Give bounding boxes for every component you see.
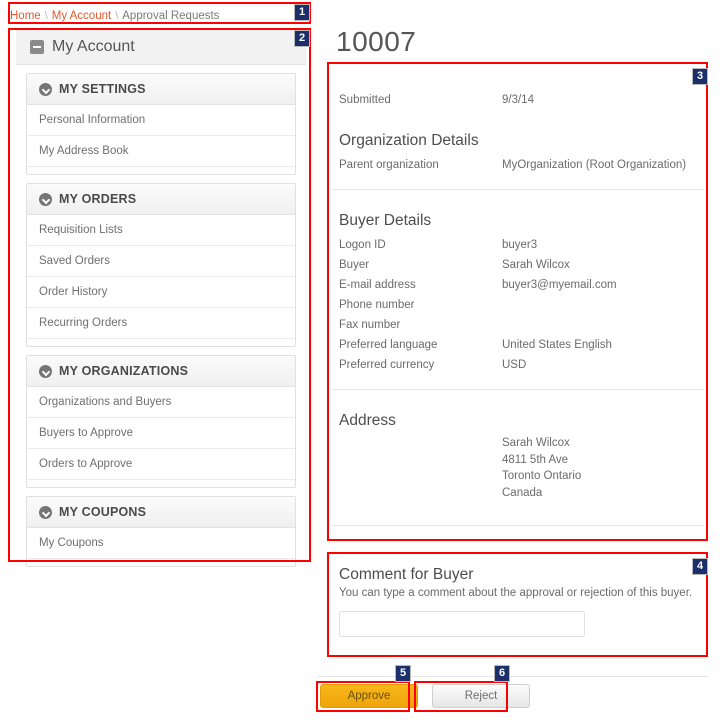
detail-row-parent-organization: Parent organization MyOrganization (Root… (327, 155, 707, 175)
detail-row-preferred-currency: Preferred currency USD (327, 355, 707, 375)
chevron-down-icon[interactable] (39, 364, 52, 378)
action-bar: Approve Reject (320, 684, 530, 708)
breadcrumb-separator: \ (115, 10, 119, 22)
address-line: Toronto Ontario (502, 470, 582, 482)
comment-section-title: Comment for Buyer (339, 566, 474, 583)
sidebar-item-recurring-orders[interactable]: Recurring Orders (27, 308, 295, 339)
action-bar-divider (318, 676, 708, 677)
detail-label: E-mail address (339, 279, 416, 291)
comment-input[interactable] (339, 611, 585, 637)
detail-label: Logon ID (339, 239, 386, 251)
sidebar-section-title: MY ORGANIZATIONS (59, 364, 189, 378)
sidebar-item-orders-to-approve[interactable]: Orders to Approve (27, 449, 295, 480)
section-divider (331, 389, 703, 390)
detail-label: Phone number (339, 299, 415, 311)
detail-label: Preferred language (339, 339, 438, 351)
sidebar-item-saved-orders[interactable]: Saved Orders (27, 246, 295, 277)
page-title: 10007 (336, 26, 417, 57)
sidebar-section-title: MY SETTINGS (59, 82, 146, 96)
annotation-badge-4: 4 (692, 558, 708, 575)
chevron-down-icon[interactable] (39, 82, 52, 96)
detail-value: Sarah Wilcox (502, 259, 570, 271)
sidebar-section-my-coupons: MY COUPONS My Coupons (26, 496, 296, 567)
sidebar-item-my-address-book[interactable]: My Address Book (27, 136, 295, 167)
sidebar-section-header-my-orders[interactable]: MY ORDERS (27, 184, 295, 215)
detail-label: Buyer (339, 259, 370, 271)
breadcrumb-separator: \ (44, 10, 48, 22)
section-heading-organization-details: Organization Details (339, 132, 479, 149)
detail-label: Preferred currency (339, 359, 435, 371)
address-line: Sarah Wilcox (502, 437, 570, 449)
detail-value: MyOrganization (Root Organization) (502, 159, 687, 171)
breadcrumb-item-home[interactable]: Home (10, 10, 41, 22)
sidebar-item-requisition-lists[interactable]: Requisition Lists (27, 215, 295, 246)
detail-row-phone-number: Phone number (327, 295, 707, 315)
detail-row-buyer: Buyer Sarah Wilcox (327, 255, 707, 275)
annotation-badge-1: 1 (294, 4, 310, 21)
detail-value (502, 315, 695, 335)
detail-value: buyer3 (502, 239, 538, 251)
sidebar-section-header-my-coupons[interactable]: MY COUPONS (27, 497, 295, 528)
detail-row-submitted: Submitted 9/3/14 (327, 90, 707, 110)
address-line: Canada (502, 486, 543, 499)
sidebar-item-personal-information[interactable]: Personal Information (27, 105, 295, 136)
detail-row-logon-id: Logon ID buyer3 (327, 235, 707, 255)
section-divider (331, 525, 703, 526)
comment-section-description: You can type a comment about the approva… (339, 587, 693, 599)
detail-label: Fax number (339, 319, 401, 331)
breadcrumb-item-approval-requests: Approval Requests (122, 10, 220, 22)
detail-row-email-address: E-mail address buyer3@myemail.com (327, 275, 707, 295)
chevron-down-icon[interactable] (39, 192, 52, 206)
detail-row-preferred-language: Preferred language United States English (327, 335, 707, 355)
detail-value: USD (502, 359, 527, 371)
sidebar-item-my-coupons[interactable]: My Coupons (27, 528, 295, 559)
detail-value: United States English (502, 339, 612, 351)
annotation-badge-2: 2 (294, 30, 310, 47)
annotation-badge-3: 3 (692, 68, 708, 85)
section-divider (331, 189, 703, 190)
sidebar-title-label: My Account (52, 38, 135, 55)
sidebar: My Account MY SETTINGS Personal Informat… (16, 30, 306, 567)
section-heading-address: Address (339, 412, 396, 429)
section-heading-buyer-details: Buyer Details (339, 212, 432, 229)
approve-button[interactable]: Approve (320, 684, 418, 708)
sidebar-item-order-history[interactable]: Order History (27, 277, 295, 308)
reject-button[interactable]: Reject (432, 684, 530, 708)
sidebar-header[interactable]: My Account (16, 30, 306, 65)
comment-for-buyer-section: Comment for Buyer You can type a comment… (327, 552, 707, 656)
sidebar-section-title: MY ORDERS (59, 192, 137, 206)
minus-icon[interactable] (30, 40, 44, 54)
sidebar-item-organizations-and-buyers[interactable]: Organizations and Buyers (27, 387, 295, 418)
sidebar-item-buyers-to-approve[interactable]: Buyers to Approve (27, 418, 295, 449)
sidebar-section-my-settings: MY SETTINGS Personal Information My Addr… (26, 73, 296, 175)
detail-row-fax-number: Fax number (327, 315, 707, 335)
breadcrumb-item-my-account[interactable]: My Account (52, 10, 111, 22)
breadcrumb: Home \ My Account \ Approval Requests (10, 8, 306, 24)
annotation-badge-6: 6 (494, 665, 510, 682)
sidebar-section-my-orders: MY ORDERS Requisition Lists Saved Orders… (26, 183, 296, 347)
detail-label: Submitted (339, 94, 391, 106)
annotation-badge-5: 5 (395, 665, 411, 682)
detail-label: Parent organization (339, 159, 439, 171)
approval-request-details: Submitted 9/3/14 Organization Details Pa… (327, 62, 707, 540)
detail-value: buyer3@myemail.com (502, 279, 617, 291)
sidebar-section-header-my-organizations[interactable]: MY ORGANIZATIONS (27, 356, 295, 387)
sidebar-section-title: MY COUPONS (59, 505, 147, 519)
detail-value: 9/3/14 (502, 94, 534, 106)
address-line: 4811 5th Ave (502, 453, 569, 466)
address-block: Sarah Wilcox 4811 5th Ave Toronto Ontari… (327, 435, 707, 501)
detail-value (502, 295, 695, 315)
chevron-down-icon[interactable] (39, 505, 52, 519)
sidebar-section-header-my-settings[interactable]: MY SETTINGS (27, 74, 295, 105)
sidebar-section-my-organizations: MY ORGANIZATIONS Organizations and Buyer… (26, 355, 296, 488)
